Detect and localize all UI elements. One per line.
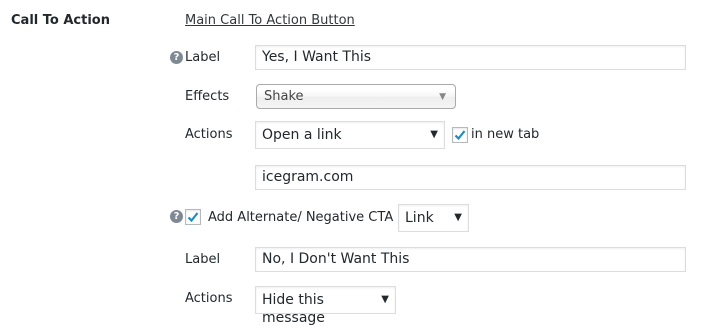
section-title: Call To Action: [11, 13, 110, 28]
effects-select[interactable]: Shake ▼: [256, 84, 456, 109]
help-icon[interactable]: ?: [170, 51, 183, 64]
actions-select[interactable]: Open a link ▼: [255, 121, 445, 149]
actions-value: Open a link: [262, 127, 342, 143]
section-subtitle: Main Call To Action Button: [185, 13, 355, 28]
checkmark-icon: [187, 212, 199, 223]
alt-actions-value: Hide this message: [262, 292, 325, 326]
help-icon[interactable]: ?: [170, 210, 183, 223]
new-tab-checkbox[interactable]: [452, 127, 468, 143]
dropdown-caret-icon: ▼: [454, 212, 462, 223]
effects-label: Effects: [185, 89, 230, 104]
link-url-input[interactable]: icegram.com: [255, 165, 686, 190]
dropdown-caret-icon: ▼: [439, 92, 446, 102]
link-url-value: icegram.com: [262, 169, 354, 185]
alt-cta-toggle-label: Add Alternate/ Negative CTA as: [208, 210, 413, 225]
alt-label-input[interactable]: No, I Don't Want This: [255, 247, 686, 272]
alt-actions-select[interactable]: Hide this message ▼: [255, 286, 396, 326]
alt-cta-type-value: Link: [405, 210, 434, 226]
main-label-value: Yes, I Want This: [262, 49, 372, 65]
alt-cta-checkbox[interactable]: [185, 209, 201, 225]
dropdown-caret-icon: ▼: [381, 294, 389, 305]
alt-actions-label: Actions: [185, 291, 233, 306]
main-label-text: Label: [185, 50, 221, 65]
effects-value: Shake: [264, 89, 304, 104]
checkmark-icon: [454, 130, 466, 141]
new-tab-label: in new tab: [471, 127, 540, 142]
dropdown-caret-icon: ▼: [430, 129, 438, 140]
main-label-input[interactable]: Yes, I Want This: [255, 45, 686, 70]
alt-label-value: No, I Don't Want This: [262, 251, 410, 267]
actions-label: Actions: [185, 127, 233, 142]
alt-label-text: Label: [185, 252, 221, 267]
alt-cta-type-select[interactable]: Link ▼: [398, 204, 469, 232]
